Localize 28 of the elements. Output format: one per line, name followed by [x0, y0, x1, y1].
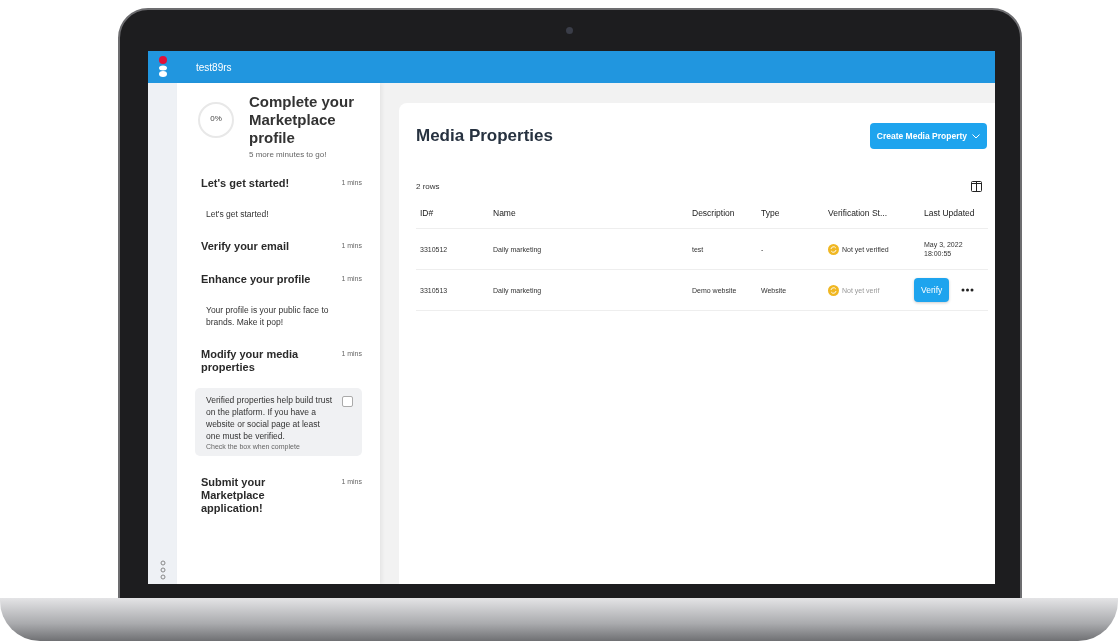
pending-icon	[828, 284, 839, 296]
step-description: Verified properties help build trust on the platform. If you have a website or social page at least one must be verified.	[206, 394, 334, 442]
checkbox[interactable]	[342, 396, 353, 407]
step-title[interactable]: Modify your media properties	[201, 348, 326, 374]
column-header[interactable]: Verification St...	[824, 208, 920, 229]
columns-icon[interactable]	[971, 181, 982, 192]
account-name: test89rs	[196, 61, 232, 73]
column-header[interactable]: Type	[757, 208, 824, 229]
step-description: Let's get started!	[206, 208, 270, 220]
column-header[interactable]: Last Updated	[920, 208, 988, 229]
step-title[interactable]: Verify your email	[201, 240, 290, 253]
step-title[interactable]: Let's get started!	[201, 177, 290, 190]
step-title[interactable]: Submit your Marketplace application!	[201, 476, 326, 515]
logo-icon	[158, 56, 168, 78]
step-description: Your profile is your public face to brands. Make it pop!	[206, 304, 330, 328]
step-title[interactable]: Enhance your profile	[201, 273, 311, 286]
column-header[interactable]: Name	[489, 208, 688, 229]
progress-ring: 0%	[195, 99, 237, 141]
more-icon[interactable]	[961, 288, 975, 292]
camera-dot	[566, 27, 573, 34]
row-count: 2 rows	[416, 182, 440, 191]
onboarding-title: Complete your Marketplace profile	[249, 93, 355, 147]
caret-icon	[972, 133, 980, 139]
onboarding-subtitle: 5 more minutes to go!	[249, 150, 328, 159]
pending-icon	[828, 243, 839, 255]
column-header[interactable]: Description	[688, 208, 757, 229]
column-header[interactable]: ID#	[416, 208, 489, 229]
page-title: Media Properties	[416, 126, 553, 146]
